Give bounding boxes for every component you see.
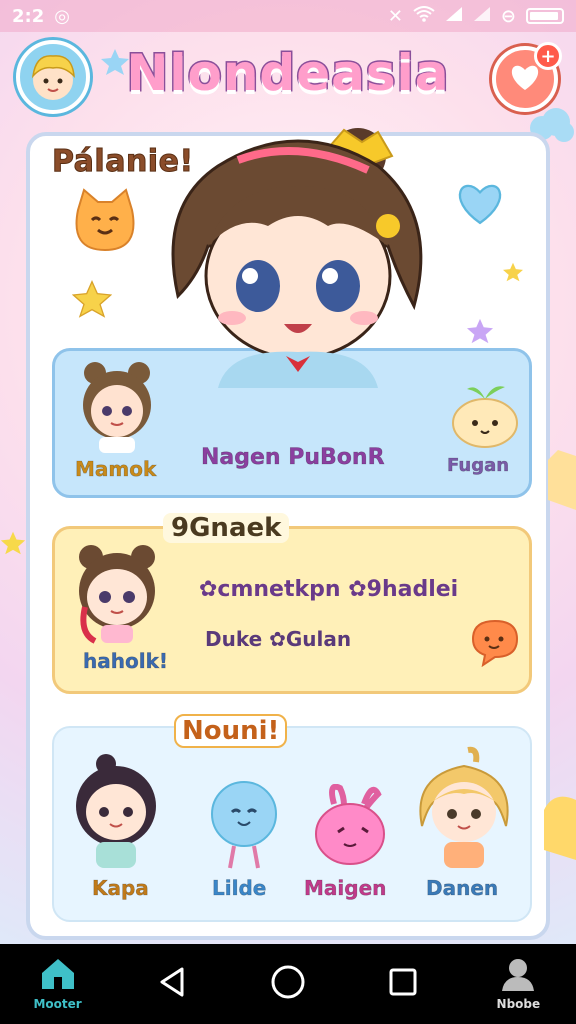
heart-decoration-icon [458,184,502,225]
profile-icon [500,957,536,995]
nav-recents-button[interactable] [363,949,443,1019]
star-decoration-icon [467,318,493,344]
hero-character[interactable] [148,126,448,396]
heart-icon [508,62,542,96]
notification-icon: ✕ [387,5,403,27]
home-circle-icon [270,964,306,1004]
nav-profile-button[interactable]: Nbobe [478,949,558,1019]
character-fugan[interactable] [447,381,525,451]
sprout-creature-icon [452,386,518,448]
home-icon [38,957,78,995]
character-label: haholk! [83,649,169,674]
sync-icon: ◎ [54,5,70,27]
group-info-line: Duke ✿Gulan [205,627,352,651]
group-card-title: 9Gnaek [163,513,290,543]
group-info-line: ✿cmnetkpn ✿9hadlei [199,577,459,602]
nav-home-label: Mooter [33,997,82,1011]
wifi-icon [413,5,435,27]
girl-character-icon [419,746,509,868]
status-time: 2:2 [12,5,45,27]
character-maigen[interactable] [308,783,392,870]
app-title: Nlondeasia [125,43,450,104]
recents-square-icon [387,966,419,1002]
friends-card[interactable]: Nouni! Kapa Lilde Maigen Danen [52,714,532,922]
character-label: Nagen PuBonR [201,445,385,471]
group-card[interactable]: 9Gnaek haholk! ✿cmnetkpn ✿9hadlei Duke ✿… [52,513,532,694]
star-decoration-icon [503,262,523,282]
character-haholk[interactable] [65,537,169,645]
character-label: Fugan [447,455,510,477]
character-label: Danen [426,876,499,901]
bunny-creature-icon [315,783,385,865]
character-kapa[interactable] [66,752,166,870]
character-label: Lilde [212,876,267,901]
star-decoration-icon [101,49,129,75]
star-decoration-icon [72,280,112,318]
signal-icon [473,6,491,27]
cat-face-icon [548,450,576,510]
character-panel: Pálanie! Mamok Nagen PuBonR Fugan 9Gnaek… [26,128,550,940]
character-danen[interactable] [408,746,520,870]
nav-back-button[interactable] [133,949,213,1019]
girl-character-icon [76,754,156,868]
star-decoration-icon [0,531,26,555]
friends-callout: Nouni! [174,714,288,748]
character-label: Kapa [92,876,149,901]
character-lilde[interactable] [204,774,284,870]
battery-icon [526,8,564,24]
character-label: Maigen [304,876,387,901]
blob-creature-icon [211,781,277,869]
bottom-nav-bar: Mooter Nbobe [0,944,576,1024]
nav-profile-label: Nbobe [496,997,541,1011]
hero-girl-icon [171,128,423,388]
signal-icon [445,6,463,27]
alarm-icon: ⊖ [500,5,516,27]
app-header: Nlondeasia + [0,38,576,128]
nav-home-button[interactable]: Mooter [18,949,98,1019]
status-bar: 2:2 ◎ ✕ ⊖ [0,0,576,32]
girl-character-icon [79,545,155,644]
speech-bubble-icon[interactable] [467,617,521,667]
cat-face-icon [544,796,576,860]
nav-home-circle-button[interactable] [248,949,328,1019]
add-favorite-badge: + [534,42,562,70]
profile-avatar-icon[interactable] [16,40,90,114]
cat-face-icon [75,188,135,252]
favorite-button[interactable]: + [492,42,562,112]
character-label: Mamok [75,457,157,482]
back-triangle-icon [156,965,190,1003]
